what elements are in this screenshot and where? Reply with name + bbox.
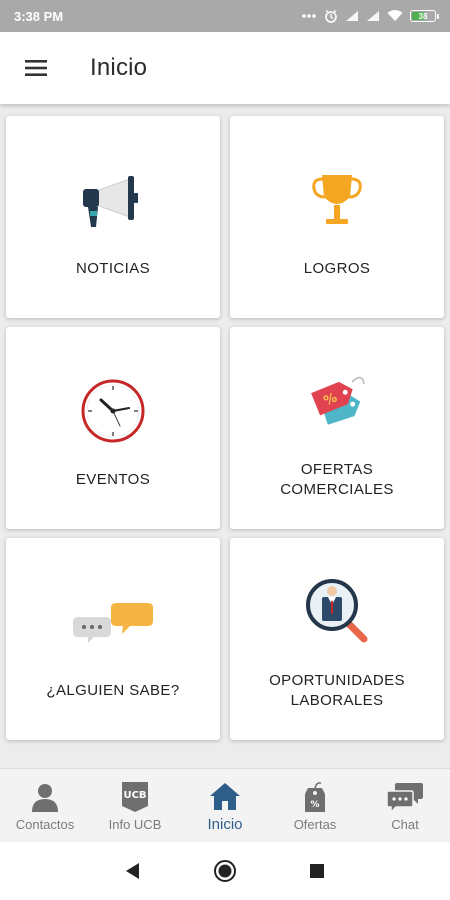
signal-icon	[366, 10, 380, 22]
ucb-badge-icon: UCB	[119, 779, 151, 815]
menu-button[interactable]	[0, 32, 72, 104]
wifi-icon	[387, 10, 403, 22]
card-label: OFERTAS COMERCIALES	[280, 461, 394, 498]
home-circle-icon[interactable]	[210, 856, 240, 886]
card-label: ¿ALGUIEN SABE?	[46, 682, 180, 699]
megaphone-icon	[68, 155, 158, 245]
home-icon	[208, 778, 242, 814]
system-navigation-bar	[0, 842, 450, 900]
price-tag-icon: %	[292, 356, 382, 446]
nav-contactos[interactable]: Contactos	[0, 769, 90, 842]
tag-percent-icon: %	[302, 779, 328, 815]
status-time: 3:38 PM	[14, 8, 64, 24]
card-ofertas-comerciales[interactable]: % OFERTAS COMERCIALES	[230, 327, 444, 529]
card-label: NOTICIAS	[75, 260, 151, 277]
battery-level: 38	[418, 11, 428, 21]
signal-icon	[345, 10, 359, 22]
trophy-icon	[292, 155, 382, 245]
bottom-navigation: Contactos UCB Info UCB Inicio % Ofertas …	[0, 768, 450, 842]
card-logros[interactable]: LOGROS	[230, 116, 444, 318]
status-icons: 38	[301, 9, 439, 23]
home-grid: NOTICIAS LOGROS EVENTOS % OFERTAS COMERC…	[0, 104, 450, 768]
nav-ofertas[interactable]: % Ofertas	[270, 769, 360, 842]
battery-icon: 38	[410, 10, 439, 22]
svg-text:UCB: UCB	[123, 790, 146, 801]
card-label: OPORTUNIDADES LABORALES	[269, 672, 405, 709]
back-icon[interactable]	[118, 856, 148, 886]
person-icon	[29, 779, 61, 815]
card-oportunidades-laborales[interactable]: OPORTUNIDADES LABORALES	[230, 538, 444, 740]
nav-label: Chat	[391, 817, 419, 832]
status-bar: 3:38 PM 38	[0, 0, 450, 32]
dots-icon	[301, 13, 317, 19]
card-noticias[interactable]: NOTICIAS	[6, 116, 220, 318]
card-label: LOGROS	[303, 260, 371, 277]
svg-text:%: %	[310, 800, 319, 810]
app-bar: Inicio	[0, 32, 450, 104]
card-eventos[interactable]: EVENTOS	[6, 327, 220, 529]
chat-icon	[385, 779, 425, 815]
clock-icon	[68, 366, 158, 456]
nav-label: Contactos	[15, 817, 75, 832]
nav-label: Info UCB	[108, 817, 162, 832]
nav-chat[interactable]: Chat	[360, 769, 450, 842]
hamburger-menu-icon	[25, 60, 47, 76]
card-label: EVENTOS	[75, 471, 151, 488]
chat-bubbles-icon	[68, 577, 158, 667]
recents-icon[interactable]	[302, 856, 332, 886]
page-title: Inicio	[90, 54, 148, 81]
alarm-icon	[324, 9, 338, 23]
nav-inicio[interactable]: Inicio	[180, 769, 270, 842]
nav-label: Ofertas	[293, 817, 337, 832]
job-search-icon	[292, 567, 382, 657]
nav-label: Inicio	[207, 816, 243, 833]
nav-info-ucb[interactable]: UCB Info UCB	[90, 769, 180, 842]
card-alguien-sabe[interactable]: ¿ALGUIEN SABE?	[6, 538, 220, 740]
